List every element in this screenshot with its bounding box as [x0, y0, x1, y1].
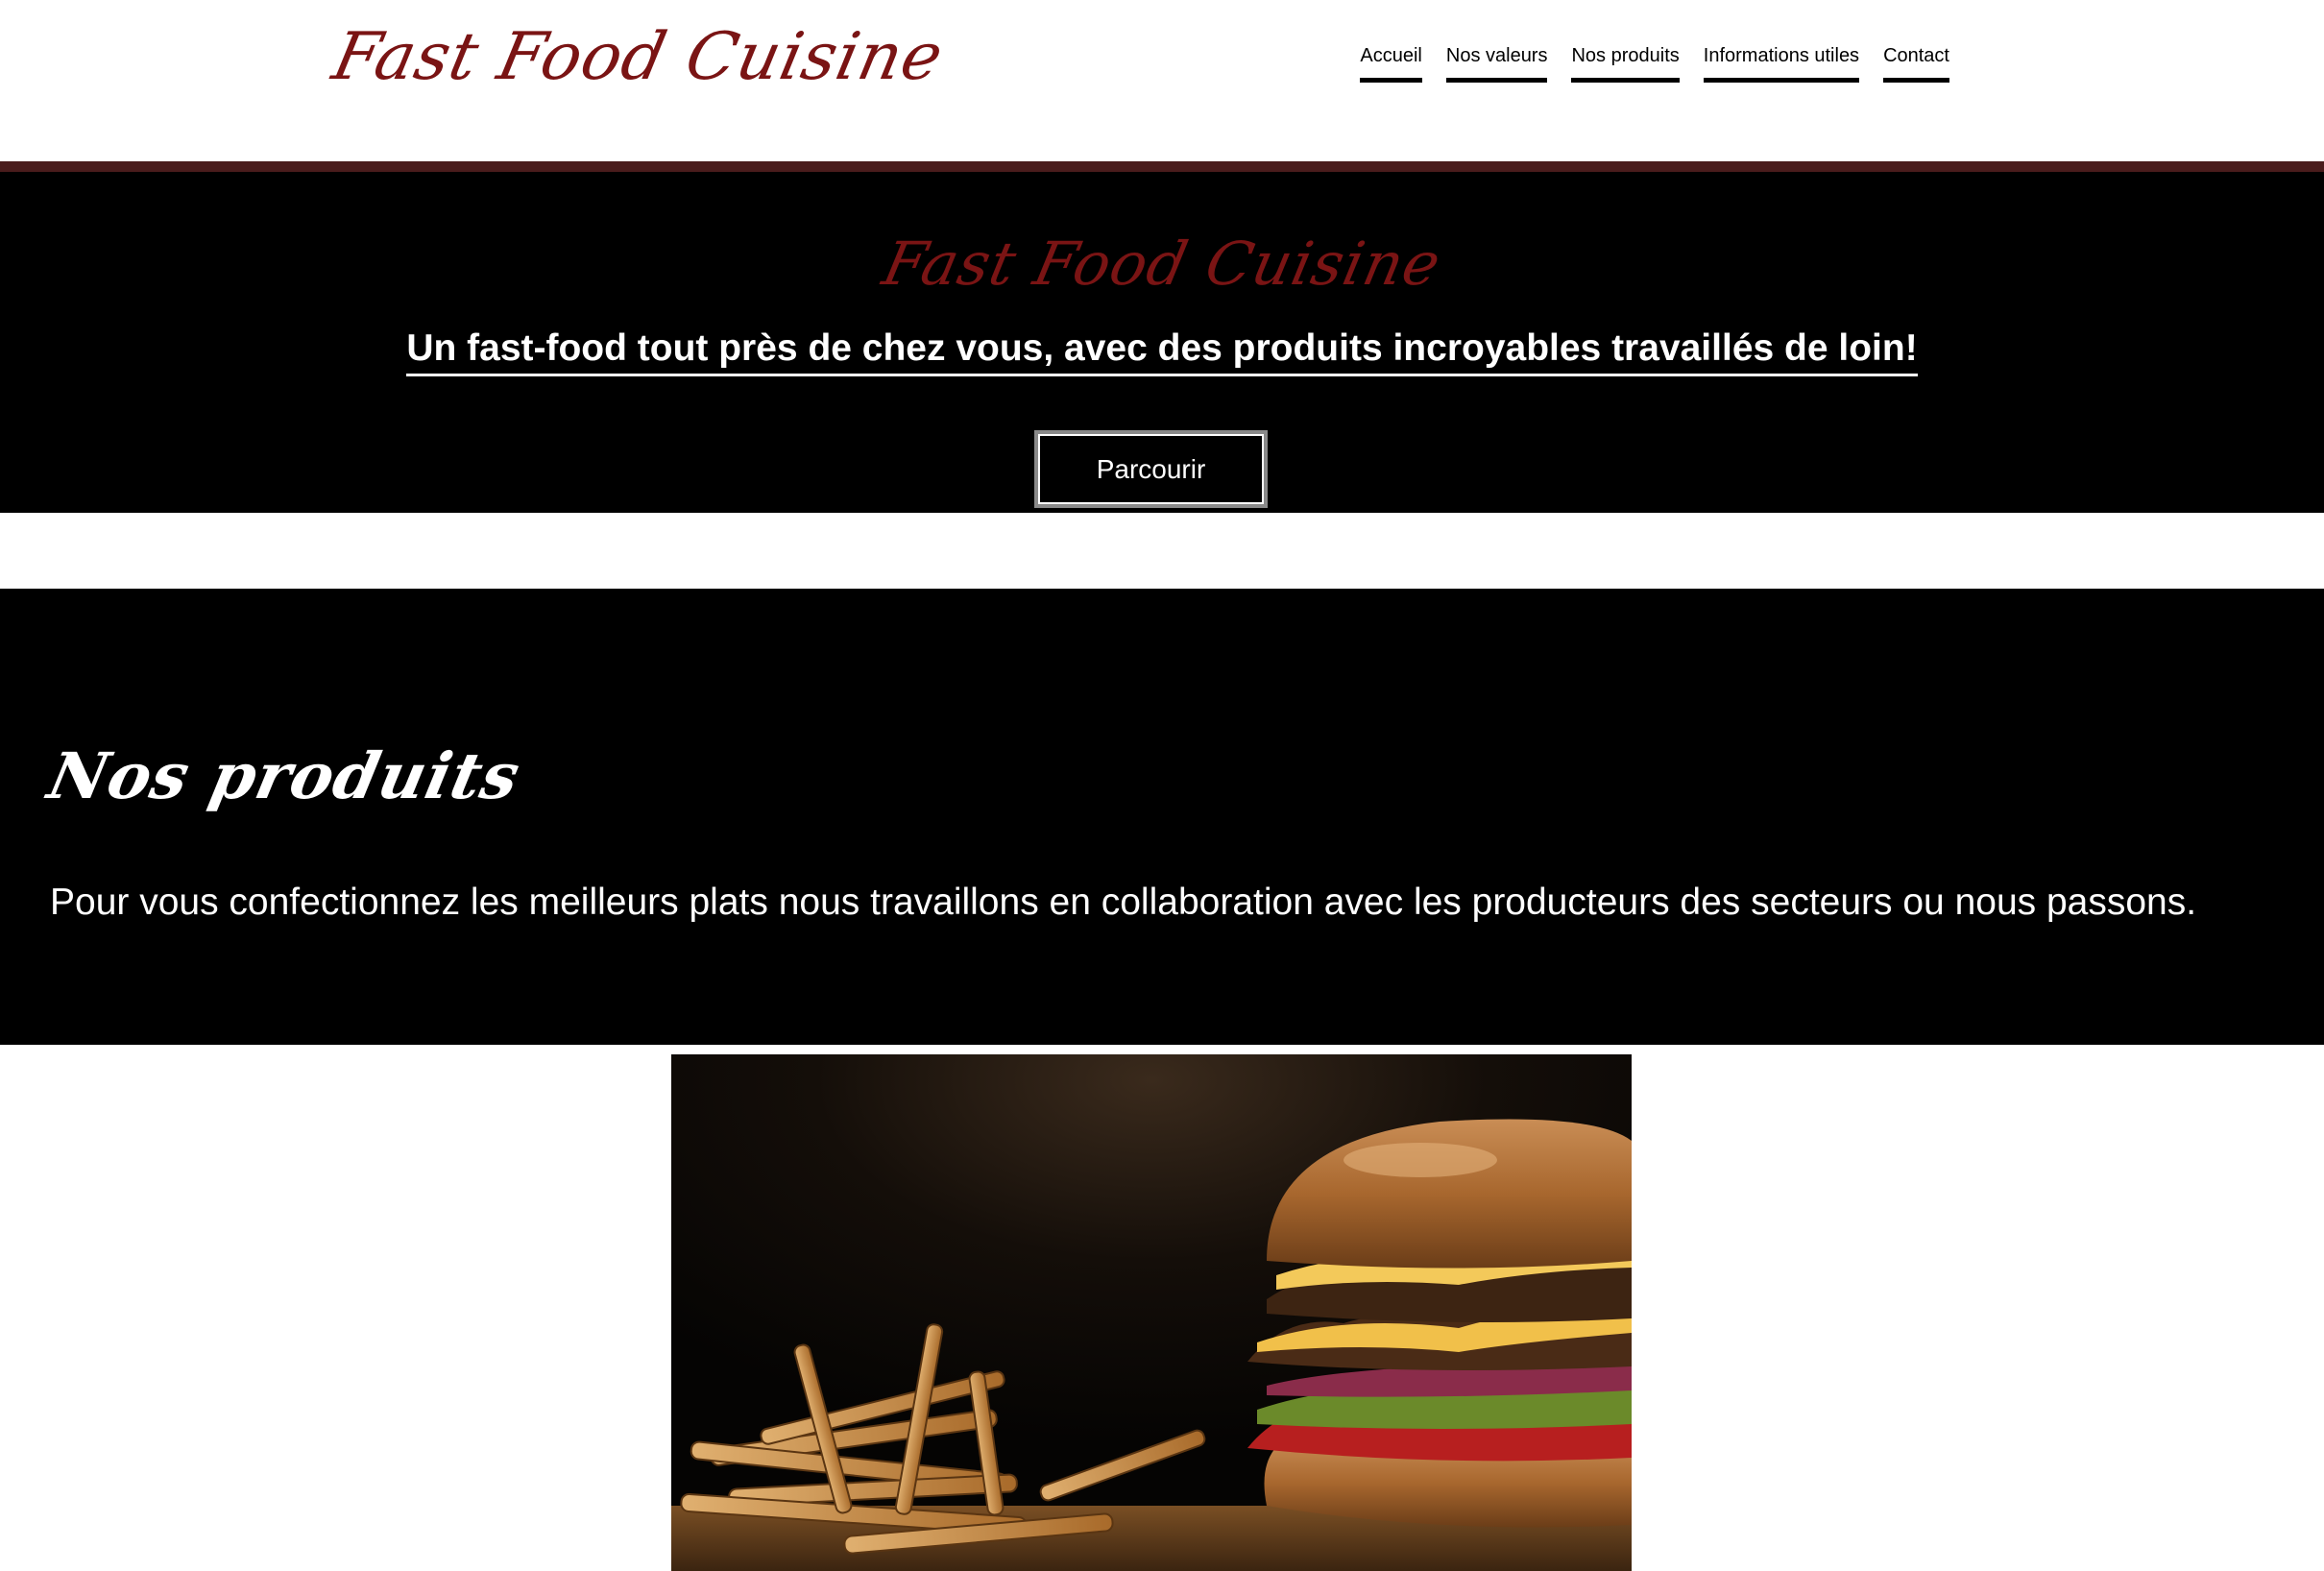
products-description: Pour vous confectionnez les meilleurs pl…	[50, 882, 2197, 923]
hero-tagline-wrap: Un fast-food tout près de chez vous, ave…	[0, 326, 2324, 376]
nav-link-accueil[interactable]: Accueil	[1360, 43, 1422, 83]
products-title: Nos produits	[41, 738, 527, 813]
site-header: Fast Food Cuisine Accueil Nos valeurs No…	[0, 0, 2324, 161]
burger-fries-illustration	[671, 1054, 1632, 1571]
nav-link-nos-valeurs[interactable]: Nos valeurs	[1445, 43, 1548, 83]
hero-logo: Fast Food Cuisine	[877, 229, 1448, 299]
browse-button[interactable]: Parcourir	[1034, 430, 1268, 508]
products-section: Nos produits Pour vous confectionnez les…	[0, 589, 2324, 1045]
hero-tagline: Un fast-food tout près de chez vous, ave…	[406, 326, 1918, 376]
header-divider	[0, 161, 2324, 172]
nav-link-contact[interactable]: Contact	[1883, 43, 1949, 83]
main-nav: Accueil Nos valeurs Nos produits Informa…	[1360, 43, 1949, 83]
nav-link-informations-utiles[interactable]: Informations utiles	[1703, 43, 1860, 83]
nav-link-nos-produits[interactable]: Nos produits	[1571, 43, 1680, 83]
burger-fries-image	[671, 1054, 1632, 1571]
site-logo[interactable]: Fast Food Cuisine	[324, 10, 952, 106]
hero-section: Fast Food Cuisine Un fast-food tout près…	[0, 172, 2324, 513]
